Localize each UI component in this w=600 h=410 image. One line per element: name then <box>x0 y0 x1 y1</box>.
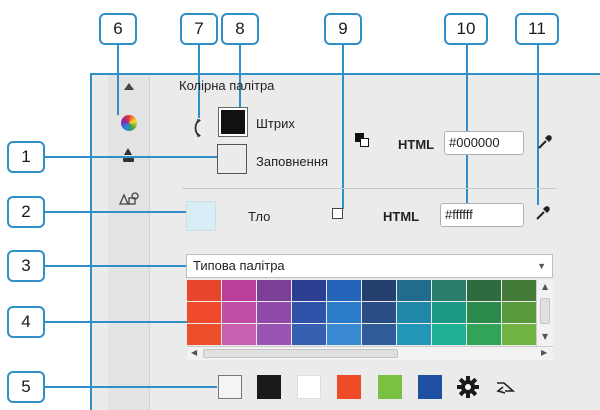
callout-4-line <box>45 321 187 323</box>
recent-color-red[interactable] <box>337 375 361 399</box>
callout-9: 9 <box>324 13 362 45</box>
divider <box>182 188 556 189</box>
callout-7: 7 <box>180 13 218 45</box>
shapes-icon[interactable] <box>118 191 139 205</box>
palette-cell[interactable] <box>362 302 396 323</box>
recent-color-white[interactable] <box>297 375 321 399</box>
stroke-swatch[interactable] <box>219 108 247 136</box>
palette-vertical-scrollbar[interactable]: ▲ ▼ <box>536 280 553 346</box>
palette-cell[interactable] <box>467 280 501 301</box>
palette-cell[interactable] <box>187 324 221 345</box>
background-label: Тло <box>248 209 271 224</box>
palette-cell[interactable] <box>362 280 396 301</box>
fill-swatch[interactable] <box>217 144 247 174</box>
background-swatch[interactable] <box>186 201 216 231</box>
scroll-up-icon[interactable]: ▲ <box>542 282 548 291</box>
scroll-thumb-vertical[interactable] <box>540 298 550 324</box>
stroke-eyedropper-icon[interactable] <box>536 133 554 151</box>
palette-cell[interactable] <box>292 280 326 301</box>
callout-10: 10 <box>444 13 488 45</box>
palette-cell[interactable] <box>432 302 466 323</box>
callout-3-line <box>45 265 186 267</box>
palette-cell[interactable] <box>432 280 466 301</box>
callout-5-line <box>45 386 217 388</box>
callout-11-line <box>537 45 539 205</box>
palette-select[interactable]: Типова палітра ▼ <box>186 254 553 278</box>
palette-cell[interactable] <box>187 280 221 301</box>
recent-color-none[interactable] <box>218 375 242 399</box>
palette-cell[interactable] <box>292 302 326 323</box>
scroll-thumb-horizontal[interactable] <box>203 349 398 358</box>
palette-cell[interactable] <box>397 324 431 345</box>
callout-3: 3 <box>7 250 45 282</box>
stroke-html-label: HTML <box>398 137 435 152</box>
swap-colors-icon[interactable] <box>192 118 204 138</box>
palette-cell[interactable] <box>362 324 396 345</box>
stroke-label: Штрих <box>256 116 295 131</box>
palette-cell[interactable] <box>327 280 361 301</box>
callout-6-line <box>117 45 119 115</box>
callout-11: 11 <box>515 13 559 45</box>
callout-8: 8 <box>221 13 259 45</box>
callout-4: 4 <box>7 306 45 338</box>
palette-cell[interactable] <box>502 302 536 323</box>
palette-cell[interactable] <box>467 302 501 323</box>
gear-icon[interactable] <box>456 375 480 399</box>
callout-1-line <box>45 156 221 158</box>
recent-color-blue[interactable] <box>418 375 442 399</box>
background-checkbox[interactable] <box>332 208 343 219</box>
palette-cell[interactable] <box>327 324 361 345</box>
palette-cell[interactable] <box>502 280 536 301</box>
callout-2-line <box>45 211 186 213</box>
palette-cell[interactable] <box>257 324 291 345</box>
palette-cell[interactable] <box>397 302 431 323</box>
panel-title: Колірна палітра <box>179 78 275 93</box>
callout-6: 6 <box>99 13 137 45</box>
scroll-right-icon[interactable]: ▶ <box>541 348 547 357</box>
palette-cell[interactable] <box>222 324 256 345</box>
background-html-label: HTML <box>383 209 420 224</box>
chevron-down-icon: ▼ <box>537 261 546 271</box>
palette-cell[interactable] <box>467 324 501 345</box>
scroll-left-icon[interactable]: ◀ <box>191 348 197 357</box>
background-eyedropper-icon[interactable] <box>534 204 552 222</box>
palette-cell[interactable] <box>257 280 291 301</box>
callout-10-line <box>466 45 468 211</box>
palette-cell[interactable] <box>222 280 256 301</box>
fill-label: Заповнення <box>256 154 329 169</box>
sidebar <box>108 75 150 410</box>
palette-horizontal-scrollbar[interactable]: ◀ ▶ <box>187 346 553 360</box>
recent-color-green[interactable] <box>378 375 402 399</box>
recent-color-black[interactable] <box>257 375 281 399</box>
palette-cell[interactable] <box>187 302 221 323</box>
collapse-arrow-icon[interactable] <box>495 378 517 396</box>
palette-cell[interactable] <box>257 302 291 323</box>
callout-5: 5 <box>7 371 45 403</box>
callout-2: 2 <box>7 196 45 228</box>
default-colors-icon[interactable] <box>355 133 369 147</box>
palette-cell[interactable] <box>397 280 431 301</box>
callout-9-line <box>342 45 344 209</box>
palette-cell[interactable] <box>292 324 326 345</box>
palette-grid[interactable] <box>187 280 536 346</box>
palette-cell[interactable] <box>327 302 361 323</box>
callout-1: 1 <box>7 141 45 173</box>
palette-cell[interactable] <box>432 324 466 345</box>
scroll-down-icon[interactable]: ▼ <box>542 332 548 341</box>
arrow-up-icon[interactable] <box>124 83 134 90</box>
color-wheel-icon[interactable] <box>121 115 137 131</box>
palette-select-value: Типова палітра <box>193 258 285 273</box>
palette-cell[interactable] <box>502 324 536 345</box>
background-hex-input[interactable]: #ffffff <box>440 203 524 227</box>
stroke-hex-input[interactable]: #000000 <box>444 131 524 155</box>
palette-cell[interactable] <box>222 302 256 323</box>
